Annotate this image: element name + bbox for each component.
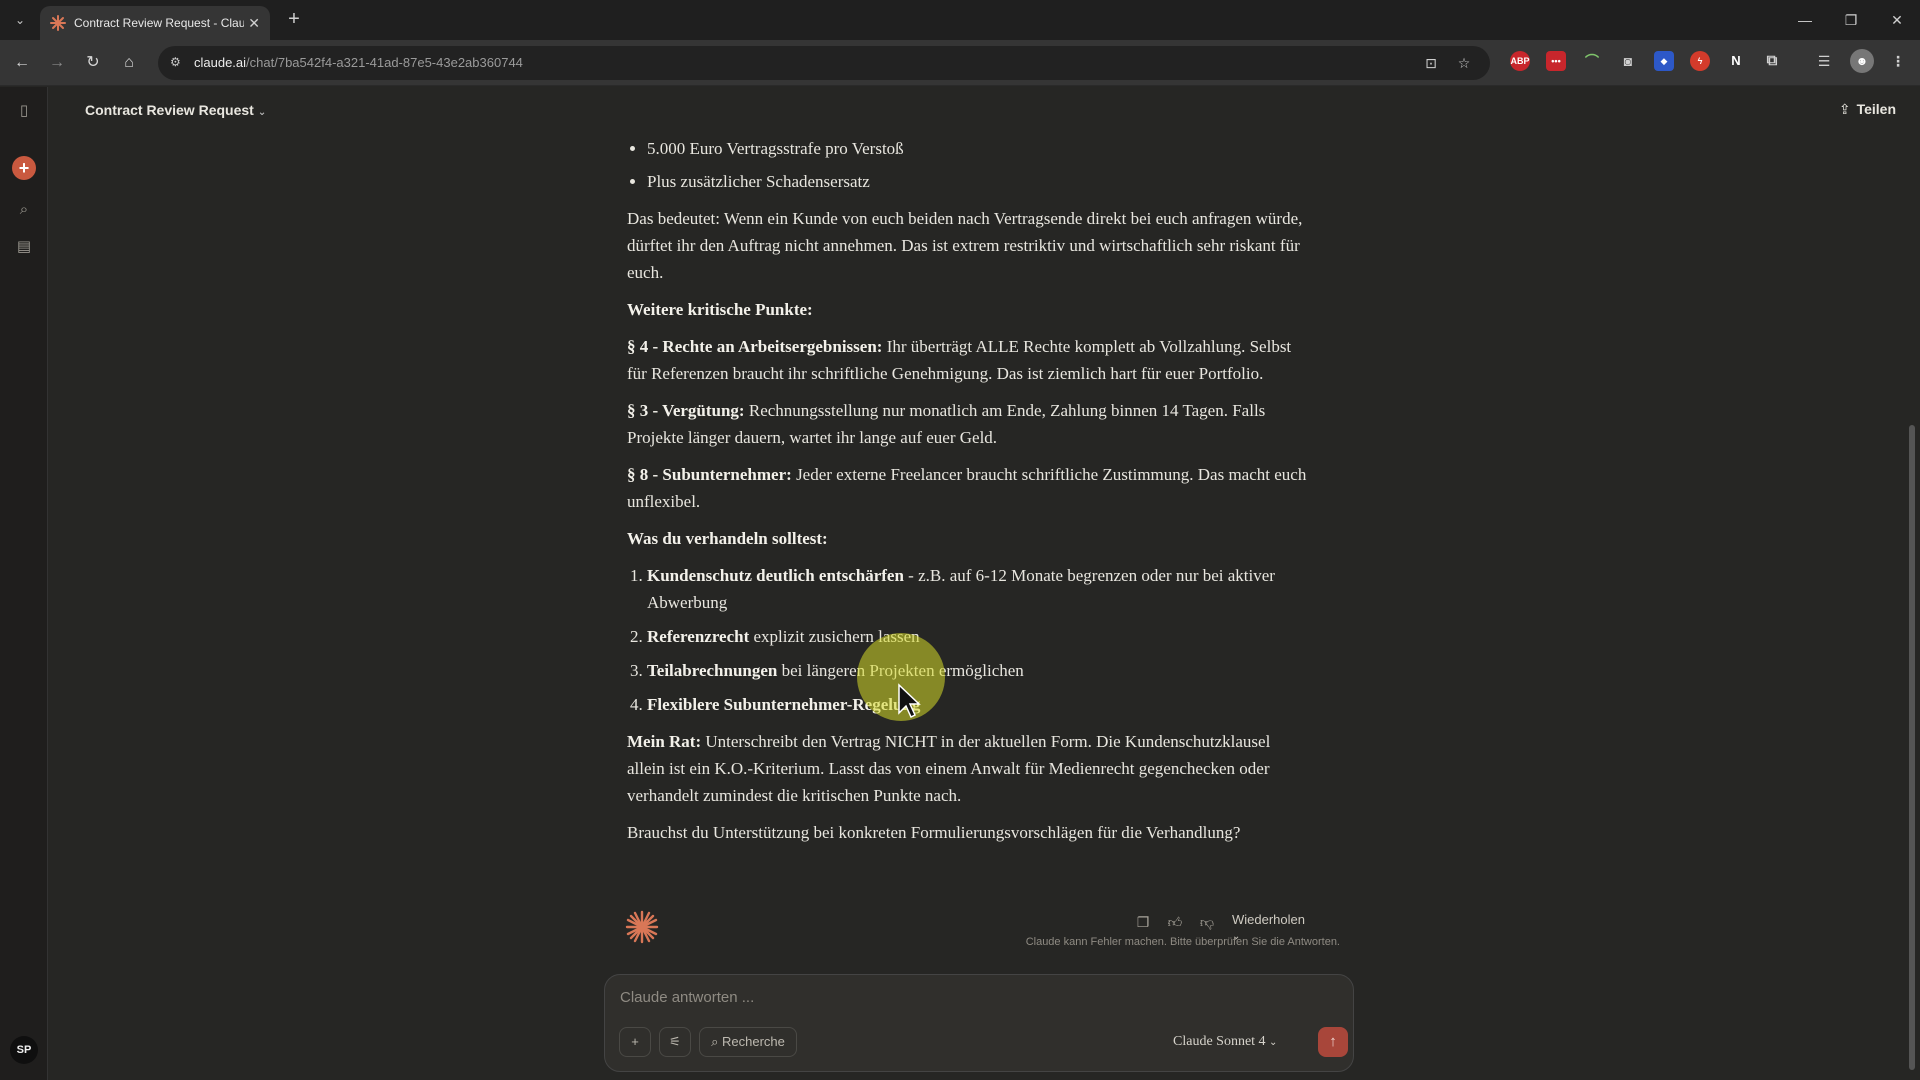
chat-title-text: Contract Review Request <box>85 102 254 118</box>
sidebar-toggle-icon[interactable]: ▯ <box>12 99 36 123</box>
paragraph: Mein Rat: Unterschreibt den Vertrag NICH… <box>627 732 1271 805</box>
reload-icon[interactable]: ↻ <box>81 51 105 75</box>
arrow-up-icon: ↑ <box>1329 1033 1337 1050</box>
tools-button[interactable]: ⚟ <box>659 1027 691 1057</box>
chevron-down-icon: ⌄ <box>1269 1037 1278 1048</box>
copy-icon[interactable]: ❐ <box>1133 912 1153 932</box>
minimize-icon[interactable]: — <box>1790 8 1820 32</box>
browser-menu-icon[interactable]: ⋮ <box>1888 51 1908 71</box>
adblock-extension-icon[interactable]: ABP <box>1510 51 1530 71</box>
extension-arc-icon[interactable]: ⌒ <box>1582 51 1602 71</box>
numbered-list: Kundenschutz deutlich entschärfen - z.B.… <box>627 562 1307 718</box>
forward-icon[interactable]: → <box>45 51 69 75</box>
message-composer: Claude antworten ... + ⚟ ⌕ Recherche Cla… <box>604 974 1354 1072</box>
section-heading: Weitere kritische Punkte: <box>627 300 813 319</box>
paragraph: § 3 - Vergütung: Rechnungsstellung nur m… <box>627 401 1266 447</box>
scrollbar[interactable] <box>1909 425 1915 1070</box>
camera-extension-icon[interactable]: ◙ <box>1618 51 1638 71</box>
sliders-icon: ⚟ <box>669 1034 681 1049</box>
research-button[interactable]: ⌕ Recherche <box>699 1027 797 1057</box>
list-item: 5.000 Euro Vertragsstrafe pro Verstoß <box>647 135 1307 162</box>
shield-extension-icon[interactable]: ◆ <box>1654 51 1674 71</box>
browser-tab-active[interactable]: Contract Review Request - Clau ✕ <box>40 6 270 40</box>
new-chat-button[interactable]: + <box>12 156 36 180</box>
model-selector[interactable]: Claude Sonnet 4 ⌄ <box>1173 1034 1277 1050</box>
list-item: Referenzrecht explizit zusichern lassen <box>647 623 1307 650</box>
address-bar[interactable]: ⚙ claude.ai/chat/7ba542f4-a321-41ad-87e5… <box>158 46 1490 80</box>
paragraph: Das bedeutet: Wenn ein Kunde von euch be… <box>627 209 1303 282</box>
add-attachment-button[interactable]: + <box>619 1027 651 1057</box>
browser-tab-bar: ⌄ Contract Review Request - Clau ✕ + — ❐… <box>0 0 1920 40</box>
paragraph: § 4 - Rechte an Arbeitsergebnissen: Ihr … <box>627 337 1292 383</box>
chat-title[interactable]: Contract Review Request ⌄ <box>85 102 266 118</box>
media-control-icon[interactable]: ☰ <box>1814 51 1834 71</box>
extensions-puzzle-icon[interactable]: ⧉ <box>1762 51 1782 71</box>
thumbs-up-icon[interactable]: 👍︎ <box>1165 912 1185 932</box>
chat-header: Contract Review Request ⌄ ⇪ Teilen <box>48 87 1920 135</box>
list-item: Plus zusätzlicher Schadensersatz <box>647 168 1307 195</box>
list-item: Teilabrechnungen bei längeren Projekten … <box>647 657 1307 684</box>
research-label: Recherche <box>722 1034 785 1049</box>
response-actions: ❐ 👍︎ 👎︎ Wiederholen ⌄ Claude kann Fehler… <box>625 910 1340 955</box>
send-button[interactable]: ↑ <box>1318 1027 1348 1057</box>
thumbs-down-icon[interactable]: 👎︎ <box>1197 912 1217 932</box>
tab-title: Contract Review Request - Clau <box>74 16 244 30</box>
profile-avatar-icon[interactable]: ☻ <box>1850 49 1874 73</box>
assistant-message: 5.000 Euro Vertragsstrafe pro Verstoß Pl… <box>627 135 1307 856</box>
projects-icon[interactable]: ▤ <box>12 235 36 259</box>
paragraph: Brauchst du Unterstützung bei konkreten … <box>627 823 1241 842</box>
new-tab-icon[interactable]: + <box>282 8 306 32</box>
url-text[interactable]: claude.ai/chat/7ba542f4-a321-41ad-87e5-4… <box>194 55 523 70</box>
share-button[interactable]: ⇪ Teilen <box>1839 101 1896 118</box>
restore-icon[interactable]: ❐ <box>1836 8 1866 32</box>
browser-toolbar: ← → ↻ ⌂ ⚙ claude.ai/chat/7ba542f4-a321-4… <box>0 40 1920 86</box>
extension-red-icon[interactable]: ••• <box>1546 51 1566 71</box>
plus-icon: + <box>631 1034 639 1049</box>
disclaimer-text: Claude kann Fehler machen. Bitte überprü… <box>1025 936 1340 948</box>
search-icon: ⌕ <box>711 1034 719 1049</box>
user-avatar[interactable]: SP <box>10 1036 38 1064</box>
list-item: Kundenschutz deutlich entschärfen - z.B.… <box>647 562 1307 616</box>
site-info-icon[interactable]: ⚙ <box>170 55 186 71</box>
paragraph: § 8 - Subunternehmer: Jeder externe Free… <box>627 465 1307 511</box>
reply-input[interactable]: Claude antworten ... <box>620 989 754 1006</box>
claude-favicon-icon <box>50 15 66 31</box>
bookmark-star-icon[interactable]: ☆ <box>1455 54 1473 72</box>
power-extension-icon[interactable]: ϟ <box>1690 51 1710 71</box>
chevron-down-icon: ⌄ <box>257 107 267 118</box>
notion-extension-icon[interactable]: N <box>1726 51 1746 71</box>
back-icon[interactable]: ← <box>10 51 34 75</box>
close-window-icon[interactable]: ✕ <box>1882 8 1912 32</box>
tab-close-icon[interactable]: ✕ <box>248 15 260 32</box>
share-label: Teilen <box>1856 101 1896 117</box>
bullet-list: 5.000 Euro Vertragsstrafe pro Verstoß Pl… <box>627 135 1307 195</box>
tab-list-chevron-icon[interactable]: ⌄ <box>8 8 32 32</box>
install-app-icon[interactable]: ⊡ <box>1422 54 1440 72</box>
mouse-cursor-icon <box>898 683 921 719</box>
home-icon[interactable]: ⌂ <box>117 51 141 75</box>
claude-logo-icon <box>625 910 659 944</box>
search-chats-icon[interactable]: ⌕ <box>12 198 36 222</box>
list-item: Flexiblere Subunternehmer-Regelung <box>647 691 1307 718</box>
section-heading: Was du verhandeln solltest: <box>627 529 828 548</box>
share-icon: ⇪ <box>1838 101 1851 117</box>
